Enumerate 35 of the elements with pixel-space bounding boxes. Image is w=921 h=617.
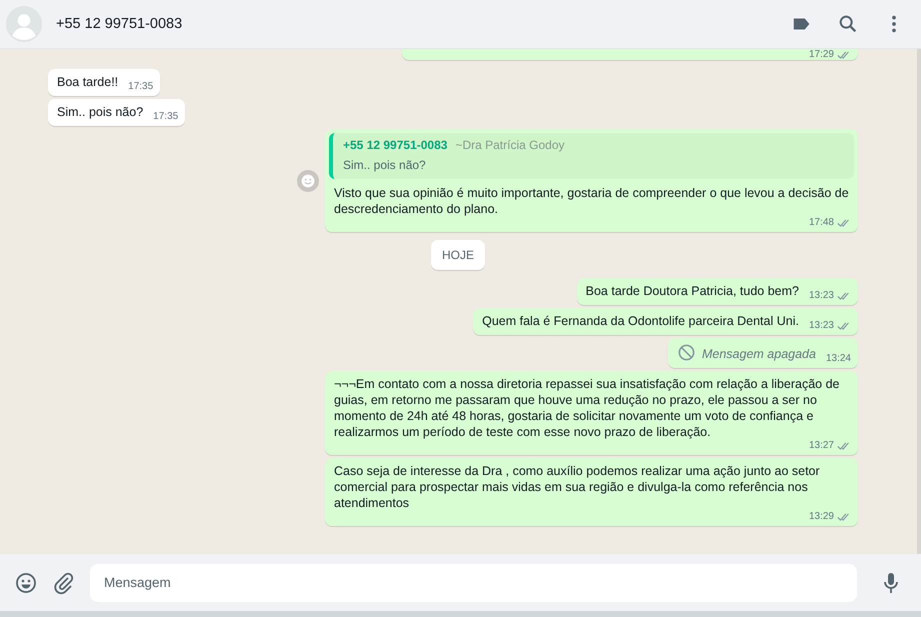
search-icon[interactable] [837, 13, 859, 35]
message-text: Mensagem apagada [702, 346, 816, 362]
contact-name: +55 12 99751-0083 [56, 16, 182, 32]
date-chip: HOJE [431, 240, 486, 270]
message-time: 17:48 [808, 216, 834, 230]
double-check-icon [837, 291, 851, 301]
paperclip-icon[interactable] [52, 570, 76, 594]
double-check-icon [837, 218, 851, 228]
double-check-icon [837, 512, 851, 522]
message-time: 13:23 [808, 319, 834, 333]
message-time: 17:35 [153, 110, 178, 124]
avatar-icon [6, 6, 42, 42]
message-time: 17:29 [808, 49, 834, 62]
quote-author: +55 12 99751-0083 [343, 138, 448, 152]
message-time: 13:29 [808, 510, 834, 524]
message-time: 17:35 [128, 80, 154, 94]
message-text: Visto que sua opinião é muito importante, gostaria de compreender o que levou a decisão de descredenciamento do plano. [334, 185, 850, 217]
message-time: 13:23 [808, 289, 834, 303]
message-text: Boa tarde Doutora Patricia, tudo bem? [586, 283, 799, 299]
deleted-icon [676, 343, 696, 362]
emoji-icon[interactable] [14, 570, 38, 594]
message-input[interactable]: Mensagem [90, 564, 857, 602]
message-time: 13:24 [826, 352, 851, 366]
double-check-icon [837, 50, 851, 60]
message-text: ¬¬¬Em contato com a nossa diretoria repassei sua insatisfação com relação a liberação de guias, em retorno me passaram que houve uma redução no prazo, ele passou a ser no momento de 24h até 48 horas, gostaria de solicitar novamente um voto de confiança e realizarmos um período de teste com esse novo prazo de liberação. [334, 376, 840, 440]
message-text: Quem fala é Fernanda da Odontolife parceira Dental Uni. [482, 313, 799, 329]
double-check-icon [837, 321, 851, 331]
quote-name: ~Dra Patrícia Godoy [455, 138, 564, 152]
message-text: Boa tarde!! [57, 74, 118, 90]
message-text: Caso seja de interesse da Dra , como auxílio podemos realizar uma ação junto ao setor comercial para prospectar mais vidas em sua região e divulga-la como referência nos atendimentos [334, 463, 821, 511]
quoted-message[interactable]: +55 12 99751-0083 ~Dra Patrícia Godoy Sim.. pois não? [329, 133, 854, 179]
quote-text: Sim.. pois não? [343, 158, 427, 172]
message-text: Sim.. pois não? [57, 104, 144, 120]
double-check-icon [837, 441, 851, 451]
message-time: 13:27 [808, 439, 834, 453]
